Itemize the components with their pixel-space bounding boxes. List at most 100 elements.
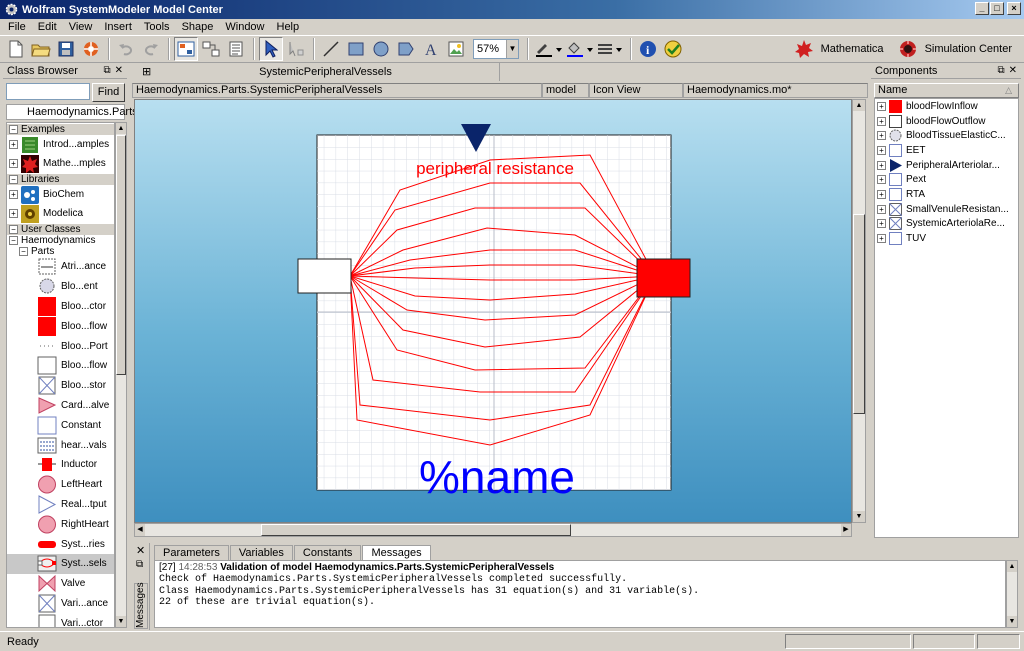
- messages-scrollbar[interactable]: ▲ ▼: [1006, 560, 1018, 628]
- part-item[interactable]: Atri...ance: [7, 257, 114, 277]
- line-tool-icon[interactable]: [319, 37, 343, 61]
- rectangle-tool-icon[interactable]: [344, 37, 368, 61]
- inflow-port[interactable]: [297, 258, 352, 294]
- name-column-header[interactable]: Name △: [874, 83, 1019, 98]
- component-item[interactable]: + SystemicArteriolaRe...: [875, 216, 1018, 232]
- simulation-center-icon[interactable]: [896, 37, 920, 61]
- line-style-icon[interactable]: [595, 37, 625, 61]
- tab-constants[interactable]: Constants: [293, 545, 362, 561]
- editor-tab-systemicperipheralvessels[interactable]: SystemicPeripheralVessels: [152, 63, 500, 81]
- icon-drawing[interactable]: peripheral resistance %name: [135, 100, 852, 523]
- group-user-classes[interactable]: − User Classes: [7, 223, 114, 235]
- float-panel-icon[interactable]: ⧉: [136, 559, 143, 570]
- class-tree-scrollbar[interactable]: ▲ ▼: [115, 122, 127, 628]
- close-panel-icon[interactable]: ✕: [1009, 65, 1017, 76]
- canvas-horizontal-scrollbar[interactable]: ◀ ▶: [134, 523, 852, 537]
- part-item[interactable]: Constant: [7, 415, 114, 435]
- icon-canvas[interactable]: peripheral resistance %name: [134, 99, 852, 523]
- part-item[interactable]: LeftHeart: [7, 475, 114, 495]
- menu-window[interactable]: Window: [219, 21, 270, 33]
- part-item[interactable]: Valve: [7, 574, 114, 594]
- bitmap-tool-icon[interactable]: [444, 37, 468, 61]
- part-item[interactable]: Card...alve: [7, 396, 114, 416]
- part-item-selected[interactable]: Syst...sels: [7, 553, 114, 574]
- part-item[interactable]: Syst...ries: [7, 534, 114, 554]
- save-icon[interactable]: [54, 37, 78, 61]
- close-button[interactable]: ×: [1007, 2, 1021, 15]
- part-item[interactable]: Vari...ctor: [7, 613, 114, 627]
- menu-shape[interactable]: Shape: [176, 21, 220, 33]
- tree-item-biochem[interactable]: + BioChem: [7, 185, 114, 204]
- grid-icon[interactable]: ⊞: [142, 65, 151, 78]
- fill-color-icon[interactable]: [564, 37, 594, 61]
- scroll-down-icon[interactable]: ▼: [1007, 616, 1017, 627]
- component-item[interactable]: + bloodFlowInflow: [875, 99, 1018, 114]
- component-item[interactable]: + BloodTissueElasticC...: [875, 128, 1018, 143]
- validate-check-icon[interactable]: [661, 37, 685, 61]
- text-tool-icon[interactable]: A: [419, 37, 443, 61]
- part-item[interactable]: Real...tput: [7, 495, 114, 515]
- menu-view[interactable]: View: [63, 21, 99, 33]
- part-item[interactable]: Blo...ent: [7, 277, 114, 297]
- menu-help[interactable]: Help: [271, 21, 306, 33]
- float-panel-icon[interactable]: ⧉: [997, 65, 1004, 76]
- export-icon[interactable]: [79, 37, 103, 61]
- tab-parameters[interactable]: Parameters: [154, 545, 229, 561]
- tree-item-haemodynamics[interactable]: − Haemodynamics: [7, 235, 114, 246]
- outflow-port[interactable]: [636, 258, 691, 298]
- component-item[interactable]: + Pext: [875, 172, 1018, 187]
- text-view-icon[interactable]: [224, 37, 248, 61]
- group-examples[interactable]: − Examples: [7, 123, 114, 135]
- tree-item-modelica[interactable]: + Modelica: [7, 204, 114, 223]
- undo-icon[interactable]: [114, 37, 138, 61]
- component-item[interactable]: + bloodFlowOutflow: [875, 114, 1018, 129]
- zoom-select[interactable]: 57% ▼: [473, 39, 519, 59]
- group-libraries[interactable]: − Libraries: [7, 173, 114, 185]
- float-panel-icon[interactable]: ⧉: [103, 65, 110, 76]
- component-item[interactable]: + PeripheralArteriolar...: [875, 158, 1018, 173]
- part-item[interactable]: Bloo...ctor: [7, 296, 114, 317]
- tree-item-examples-mathematica[interactable]: + Mathe...mples: [7, 154, 114, 173]
- part-item[interactable]: Inductor: [7, 455, 114, 475]
- scroll-up-icon[interactable]: ▲: [1007, 561, 1017, 572]
- menu-tools[interactable]: Tools: [138, 21, 176, 33]
- scroll-left-icon[interactable]: ◀: [135, 524, 145, 536]
- simulation-center-button[interactable]: Simulation Center: [925, 43, 1012, 55]
- menu-edit[interactable]: Edit: [32, 21, 63, 33]
- canvas-vertical-scrollbar[interactable]: ▲ ▼: [852, 99, 866, 523]
- scroll-down-icon[interactable]: ▼: [853, 511, 865, 522]
- close-panel-icon[interactable]: ✕: [115, 65, 123, 76]
- select-arrow-icon[interactable]: [259, 37, 283, 61]
- part-item[interactable]: Bloo...Port: [7, 336, 114, 356]
- open-folder-icon[interactable]: [29, 37, 53, 61]
- part-item[interactable]: hear...vals: [7, 435, 114, 455]
- component-item[interactable]: + RTA: [875, 187, 1018, 202]
- line-color-icon[interactable]: [533, 37, 563, 61]
- icon-view-icon[interactable]: [174, 37, 198, 61]
- chevron-down-icon[interactable]: ▼: [506, 40, 518, 58]
- scroll-up-icon[interactable]: ▲: [116, 123, 126, 134]
- search-input[interactable]: [6, 83, 90, 100]
- scroll-thumb[interactable]: [116, 135, 126, 375]
- tree-item-parts[interactable]: − Parts: [7, 246, 114, 257]
- ellipse-tool-icon[interactable]: [369, 37, 393, 61]
- scroll-right-icon[interactable]: ▶: [841, 524, 851, 536]
- scroll-thumb[interactable]: [261, 524, 571, 536]
- redo-icon[interactable]: [139, 37, 163, 61]
- part-item[interactable]: Vari...ance: [7, 594, 114, 614]
- scroll-up-icon[interactable]: ▲: [853, 100, 865, 111]
- info-icon[interactable]: i: [636, 37, 660, 61]
- diagram-view-icon[interactable]: [199, 37, 223, 61]
- part-item[interactable]: RightHeart: [7, 514, 114, 534]
- mathematica-button[interactable]: Mathematica: [821, 43, 884, 55]
- part-item[interactable]: Bloo...flow: [7, 356, 114, 376]
- component-item[interactable]: + TUV: [875, 231, 1018, 246]
- menu-file[interactable]: File: [2, 21, 32, 33]
- scroll-thumb[interactable]: [853, 214, 865, 414]
- tree-item-examples-intro[interactable]: + Introd...amples: [7, 135, 114, 154]
- part-item[interactable]: Bloo...flow: [7, 316, 114, 336]
- scroll-down-icon[interactable]: ▼: [116, 616, 126, 627]
- component-item[interactable]: + SmallVenuleResistan...: [875, 202, 1018, 217]
- tab-messages[interactable]: Messages: [362, 545, 431, 561]
- find-button[interactable]: Find: [92, 83, 125, 102]
